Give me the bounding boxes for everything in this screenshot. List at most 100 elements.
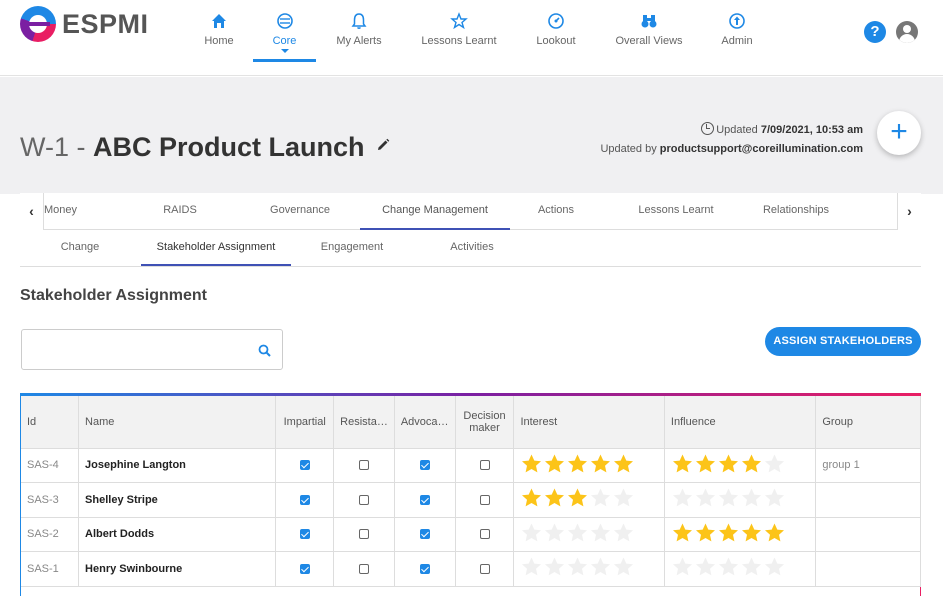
star-icon[interactable] [612,522,635,544]
impartial-checkbox[interactable] [299,494,310,505]
star-icon[interactable] [740,522,763,544]
nav-item-admin[interactable]: Admin [717,0,757,62]
nav-item-home[interactable]: Home [195,0,243,62]
impartial-checkbox[interactable] [299,563,310,574]
espmi-logo[interactable]: ESPMI [20,6,149,42]
tab-lessons-learnt[interactable]: Lessons Learnt [622,193,730,230]
assign-stakeholders-button[interactable]: ASSIGN STAKEHOLDERS [765,327,921,356]
interest-rating[interactable] [520,556,635,578]
column-header-advocate[interactable]: Advoca… [394,396,456,449]
star-icon[interactable] [694,522,717,544]
tab-activities[interactable]: Activities [432,230,512,266]
column-header-group[interactable]: Group [815,396,921,449]
tab-change-management[interactable]: Change Management [360,193,510,230]
star-icon[interactable] [543,556,566,578]
advocate-checkbox[interactable] [419,494,430,505]
column-header-decision-maker[interactable]: Decision maker [455,396,515,449]
star-icon[interactable] [740,487,763,509]
star-icon[interactable] [566,453,589,475]
resistant-checkbox[interactable] [359,460,369,471]
star-icon[interactable] [520,453,543,475]
search-input[interactable] [22,330,242,369]
column-header-impartial[interactable]: Impartial [275,396,335,449]
advocate-checkbox[interactable] [419,529,430,540]
star-icon[interactable] [566,487,589,509]
tab-change[interactable]: Change [40,230,120,266]
tab-relationships[interactable]: Relationships [748,193,844,230]
star-icon[interactable] [543,453,566,475]
column-header-resistant[interactable]: Resista… [333,396,395,449]
advocate-checkbox[interactable] [419,460,430,471]
star-icon[interactable] [543,522,566,544]
interest-rating[interactable] [520,522,635,544]
star-icon[interactable] [589,522,612,544]
star-icon[interactable] [671,487,694,509]
tab-money[interactable]: Money [44,193,77,230]
star-icon[interactable] [740,556,763,578]
table-row[interactable]: SAS-3 Shelley Stripe [21,482,921,518]
column-header-id[interactable]: Id [21,396,80,449]
tabs-scroll-left-icon[interactable]: ‹ [20,193,44,230]
star-icon[interactable] [612,487,635,509]
tabs-scroll-right-icon[interactable]: › [897,193,921,230]
column-header-interest[interactable]: Interest [513,396,665,449]
star-icon[interactable] [717,487,740,509]
star-icon[interactable] [671,453,694,475]
impartial-checkbox[interactable] [299,460,310,471]
star-icon[interactable] [566,556,589,578]
influence-rating[interactable] [671,556,786,578]
decision-maker-checkbox[interactable] [479,460,490,471]
column-header-name[interactable]: Name [78,396,277,449]
nav-item-overall-views[interactable]: Overall Views [613,0,685,62]
star-icon[interactable] [763,556,786,578]
add-button[interactable]: + [877,111,921,155]
tab-stakeholder-assignment[interactable]: Stakeholder Assignment [141,230,291,266]
decision-maker-checkbox[interactable] [479,494,490,505]
star-icon[interactable] [694,487,717,509]
star-icon[interactable] [763,453,786,475]
star-icon[interactable] [763,487,786,509]
resistant-checkbox[interactable] [359,494,369,505]
star-icon[interactable] [543,487,566,509]
influence-rating[interactable] [671,487,786,509]
influence-rating[interactable] [671,453,786,475]
table-row[interactable]: SAS-2 Albert Dodds [21,517,921,552]
star-icon[interactable] [589,453,612,475]
star-icon[interactable] [612,556,635,578]
star-icon[interactable] [671,522,694,544]
interest-rating[interactable] [520,453,635,475]
interest-rating[interactable] [520,487,635,509]
table-row[interactable]: SAS-4 Josephine Langton group 1 [21,448,921,483]
star-icon[interactable] [589,487,612,509]
star-icon[interactable] [763,522,786,544]
resistant-checkbox[interactable] [359,529,369,540]
star-icon[interactable] [671,556,694,578]
star-icon[interactable] [740,453,763,475]
star-icon[interactable] [589,556,612,578]
influence-rating[interactable] [671,522,786,544]
table-row[interactable]: SAS-1 Henry Swinbourne [21,551,921,587]
nav-item-lookout[interactable]: Lookout [533,0,579,62]
tab-raids[interactable]: RAIDS [140,193,220,230]
star-icon[interactable] [566,522,589,544]
help-icon[interactable]: ? [864,21,886,43]
nav-item-core[interactable]: Core [253,0,316,62]
decision-maker-checkbox[interactable] [479,529,490,540]
star-icon[interactable] [717,556,740,578]
resistant-checkbox[interactable] [359,563,369,574]
nav-item-lessons-learnt[interactable]: Lessons Learnt [418,0,500,62]
star-icon[interactable] [612,453,635,475]
star-icon[interactable] [717,453,740,475]
edit-pencil-icon[interactable] [375,137,391,153]
star-icon[interactable] [717,522,740,544]
impartial-checkbox[interactable] [299,529,310,540]
decision-maker-checkbox[interactable] [479,563,490,574]
column-header-influence[interactable]: Influence [664,396,817,449]
star-icon[interactable] [694,556,717,578]
nav-item-my-alerts[interactable]: My Alerts [333,0,385,62]
user-avatar-icon[interactable] [896,21,918,43]
star-icon[interactable] [520,487,543,509]
tab-engagement[interactable]: Engagement [307,230,397,266]
star-icon[interactable] [520,556,543,578]
star-icon[interactable] [520,522,543,544]
